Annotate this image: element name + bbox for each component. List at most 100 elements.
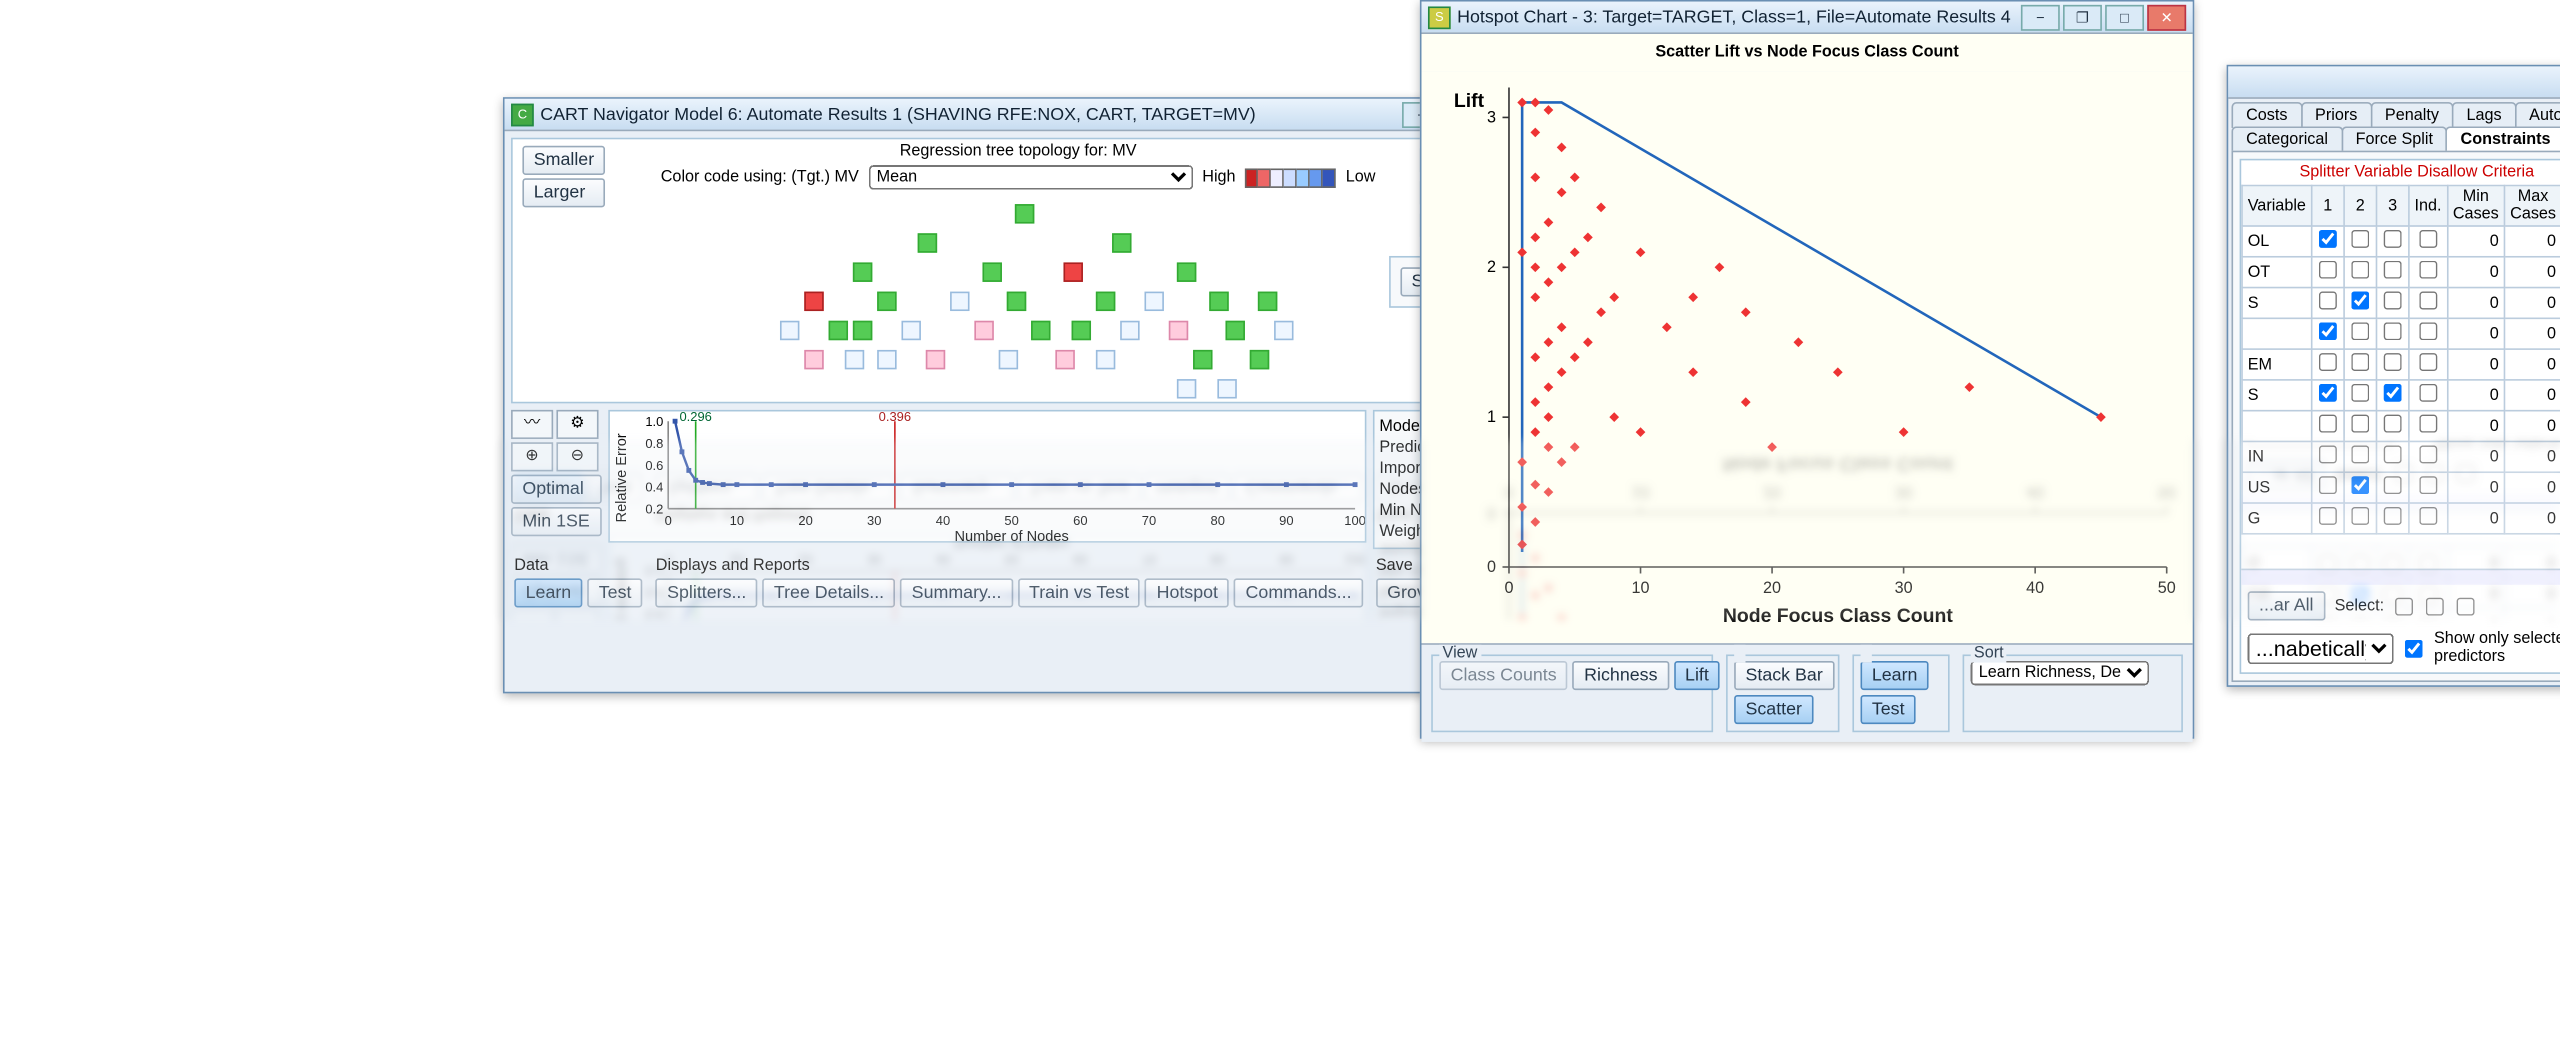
tab-force-split[interactable]: Force Split (2341, 126, 2448, 152)
select-2-checkbox[interactable] (2426, 597, 2444, 615)
table-row[interactable]: EM00 (2242, 349, 2560, 380)
svg-text:90: 90 (1279, 513, 1293, 528)
table-row[interactable]: S00 (2242, 288, 2560, 319)
sort-predictors-select[interactable]: ...nabetically (2248, 633, 2394, 664)
summary-button[interactable]: Summary... (900, 578, 1012, 607)
test-button[interactable]: Test (1861, 695, 1916, 724)
tab-automate[interactable]: Automate (2515, 102, 2560, 128)
svg-text:10: 10 (730, 513, 744, 528)
tree-canvas: Regression tree topology for: MV Color c… (511, 138, 1525, 404)
svg-text:Lift: Lift (1454, 90, 1485, 112)
zoom-settings-icon[interactable]: ⚙ (556, 410, 598, 439)
learn-button[interactable]: Learn (514, 578, 582, 607)
lift-button[interactable]: Lift (1674, 661, 1720, 690)
window-title: Hotspot Chart - 3: Target=TARGET, Class=… (1457, 7, 2014, 26)
class-counts-button[interactable]: Class Counts (1439, 661, 1568, 690)
svg-text:3: 3 (1487, 108, 1496, 126)
svg-text:0.4: 0.4 (645, 480, 663, 495)
relative-error-chart[interactable]: 1.00.80.60.40.201020304050607080901000.2… (608, 410, 1366, 543)
section-data-label: Data (514, 557, 643, 575)
min1se-button[interactable]: Min 1SE (511, 507, 602, 536)
clear-all-button[interactable]: ...ar All (2248, 591, 2325, 620)
tab-lags[interactable]: Lags (2452, 102, 2516, 128)
svg-text:0.396: 0.396 (879, 411, 911, 424)
table-row[interactable]: US00 (2242, 472, 2560, 503)
table-row[interactable]: S00 (2242, 380, 2560, 411)
svg-text:Relative Error: Relative Error (614, 433, 630, 522)
table-row[interactable]: OT00 (2242, 257, 2560, 288)
hotspot-chart-window: S Hotspot Chart - 3: Target=TARGET, Clas… (1420, 0, 2194, 739)
tab-row-top: CostsPriorsPenaltyLagsAutomate (2232, 102, 2560, 128)
maximize-button[interactable]: □ (2105, 4, 2144, 30)
svg-text:0.6: 0.6 (645, 458, 663, 473)
table-row[interactable]: 00 (2242, 411, 2560, 442)
commands-button[interactable]: Commands... (1234, 578, 1363, 607)
stack-bar-button[interactable]: Stack Bar (1734, 661, 1834, 690)
settings-window: CostsPriorsPenaltyLagsAutomate Categoric… (2227, 65, 2560, 687)
section-displays-label: Displays and Reports (656, 557, 1363, 575)
cart-navigator-window: C CART Navigator Model 6: Automate Resul… (503, 97, 1533, 693)
svg-text:40: 40 (2026, 579, 2044, 597)
restore-button[interactable]: ❐ (2063, 4, 2102, 30)
regression-tree-view[interactable] (691, 146, 1371, 389)
svg-text:10: 10 (1632, 579, 1650, 597)
tab-costs[interactable]: Costs (2232, 102, 2303, 128)
svg-text:0.8: 0.8 (645, 436, 663, 451)
chart-title: Scatter Lift vs Node Focus Class Count (1422, 34, 2193, 71)
richness-button[interactable]: Richness (1573, 661, 1669, 690)
svg-text:0.296: 0.296 (679, 411, 711, 424)
table-row[interactable]: OL00 (2242, 226, 2560, 257)
panel-title: Splitter Variable Disallow Criteria (2241, 160, 2560, 184)
svg-text:50: 50 (1004, 513, 1018, 528)
tab-constraints[interactable]: Constraints (2446, 126, 2560, 152)
sort-select[interactable]: Learn Richness, Desc (1971, 661, 2149, 685)
close-button[interactable]: ✕ (2147, 4, 2186, 30)
svg-text:2: 2 (1487, 258, 1496, 276)
table-row[interactable]: 00 (2242, 318, 2560, 349)
tab-priors[interactable]: Priors (2300, 102, 2371, 128)
select-1-checkbox[interactable] (2395, 597, 2413, 615)
show-only-checkbox[interactable] (2405, 639, 2423, 657)
shrink-icon[interactable]: ⊖ (556, 442, 598, 471)
app-icon: S (1428, 6, 1451, 29)
test-button[interactable]: Test (587, 578, 642, 607)
tree-details-button[interactable]: Tree Details... (763, 578, 896, 607)
splitters-button[interactable]: Splitters... (656, 578, 758, 607)
svg-text:50: 50 (2158, 579, 2176, 597)
learn-button[interactable]: Learn (1861, 661, 1929, 690)
tab-penalty[interactable]: Penalty (2370, 102, 2453, 128)
smaller-button[interactable]: Smaller (522, 146, 605, 175)
chart-curve-icon[interactable]: 〰 (511, 410, 553, 439)
minimize-button[interactable]: − (2021, 4, 2060, 30)
tab-row-bottom: CategoricalForce SplitConstraintsTesting… (2232, 126, 2560, 152)
larger-button[interactable]: Larger (522, 178, 605, 207)
window-title: CART Navigator Model 6: Automate Results… (540, 104, 1395, 123)
svg-text:20: 20 (798, 513, 812, 528)
svg-text:0: 0 (1504, 579, 1513, 597)
expand-icon[interactable]: ⊕ (511, 442, 553, 471)
select-3-checkbox[interactable] (2457, 597, 2475, 615)
scatter-button[interactable]: Scatter (1734, 695, 1813, 724)
svg-text:0: 0 (665, 513, 672, 528)
table-row[interactable]: G00 (2242, 503, 2560, 534)
hotspot-button[interactable]: Hotspot (1145, 578, 1229, 607)
svg-text:30: 30 (867, 513, 881, 528)
optimal-button[interactable]: Optimal (511, 475, 602, 504)
svg-text:Node Focus Class Count: Node Focus Class Count (1723, 605, 1954, 627)
svg-text:1: 1 (1487, 408, 1496, 426)
svg-text:0: 0 (1487, 558, 1496, 576)
scatter-chart[interactable]: 012301020304050LiftNode Focus Class Coun… (1422, 71, 2193, 643)
svg-text:1.0: 1.0 (645, 414, 663, 429)
disallow-table[interactable]: Variable123Ind.Min CasesMax CasesVa OL00… (2241, 185, 2560, 535)
svg-text:80: 80 (1210, 513, 1224, 528)
svg-text:20: 20 (1763, 579, 1781, 597)
svg-text:60: 60 (1073, 513, 1087, 528)
train-vs-test-button[interactable]: Train vs Test (1018, 578, 1141, 607)
svg-text:100: 100 (1344, 513, 1365, 528)
svg-text:0.2: 0.2 (645, 502, 663, 517)
tab-categorical[interactable]: Categorical (2232, 126, 2343, 152)
table-row[interactable]: IN00 (2242, 441, 2560, 472)
svg-text:Number of Nodes: Number of Nodes (955, 529, 1069, 544)
svg-text:30: 30 (1895, 579, 1913, 597)
svg-text:70: 70 (1142, 513, 1156, 528)
